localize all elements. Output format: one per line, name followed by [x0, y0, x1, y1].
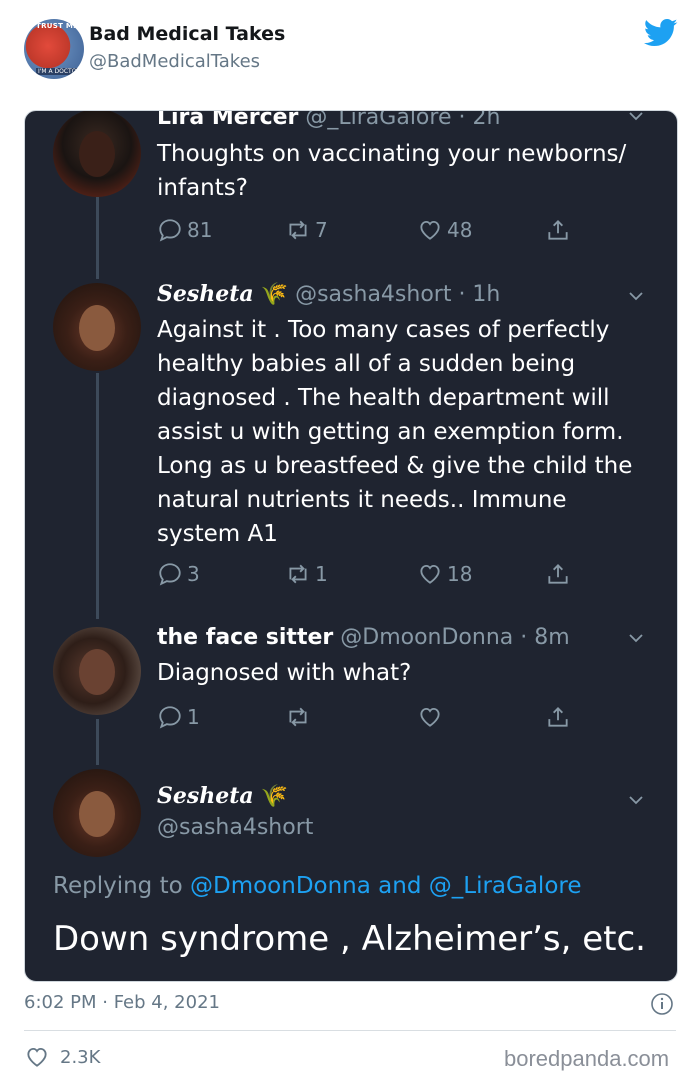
- post-name-row: Lira Mercer @_LiraGalore · 2h: [157, 111, 500, 130]
- thread-line: [96, 197, 99, 279]
- avatar-badge-top: TRUST ME: [36, 22, 79, 30]
- author-avatar[interactable]: TRUST ME I'M A DOCTOR: [24, 19, 84, 79]
- post-handle-time[interactable]: @DmoonDonna · 8m: [340, 625, 569, 650]
- like-count: 48: [447, 218, 473, 242]
- thread-line: [96, 719, 99, 765]
- heart-icon: [27, 1047, 47, 1067]
- mention-link[interactable]: @_LiraGalore: [429, 873, 582, 899]
- post-actions: 81 7 48: [157, 215, 627, 245]
- avatar-badge-bottom: I'M A DOCTOR: [36, 68, 83, 75]
- post-name-row: Sesheta 🌾: [157, 783, 288, 809]
- tweet-header: TRUST ME I'M A DOCTOR Bad Medical Takes …: [0, 0, 700, 100]
- share-button[interactable]: [545, 215, 571, 245]
- heart-icon: [420, 564, 440, 584]
- reply-icon: [159, 706, 181, 729]
- post-text: Against it . Too many cases of perfectly…: [157, 317, 633, 547]
- share-button[interactable]: [545, 559, 571, 589]
- mention-link[interactable]: @DmoonDonna: [190, 873, 371, 899]
- post-name-row: the face sitter @DmoonDonna · 8m: [157, 625, 570, 650]
- user-avatar[interactable]: [53, 111, 141, 197]
- like-count: 2.3K: [60, 1046, 101, 1068]
- like-button[interactable]: [417, 702, 443, 732]
- post-actions: 1: [157, 702, 627, 732]
- author-handle[interactable]: @BadMedicalTakes: [89, 51, 260, 72]
- post-user-name[interactable]: Sesheta: [157, 281, 254, 307]
- main-tweet-text: Down syndrome , Alzheimer’s, etc.: [53, 919, 646, 959]
- reply-count: 1: [187, 705, 200, 729]
- post-user-name[interactable]: Sesheta: [157, 783, 254, 809]
- wheat-emoji: 🌾: [260, 282, 289, 307]
- like-action[interactable]: 2.3K: [24, 1044, 100, 1070]
- chevron-down-icon[interactable]: [629, 793, 643, 807]
- retweet-button[interactable]: [285, 702, 311, 732]
- like-button[interactable]: 48: [417, 215, 472, 245]
- post-handle-time[interactable]: @sasha4short · 1h: [295, 282, 500, 307]
- user-avatar[interactable]: [53, 283, 141, 371]
- reply-count: 3: [187, 562, 200, 586]
- user-avatar[interactable]: [53, 769, 141, 857]
- post-text: Thoughts on vaccinating your newborns/ i…: [157, 141, 627, 201]
- share-icon: [548, 220, 568, 240]
- retweet-count: 7: [315, 218, 328, 242]
- post-name-row: Sesheta 🌾 @sasha4short · 1h: [157, 281, 500, 307]
- post-user-name[interactable]: the face sitter: [157, 625, 333, 650]
- chevron-down-icon[interactable]: [629, 631, 643, 645]
- retweet-icon: [289, 220, 307, 240]
- reply-count: 81: [187, 218, 213, 242]
- info-icon[interactable]: [650, 992, 674, 1016]
- thread-line: [96, 373, 99, 619]
- post-actions: 3 1 18: [157, 559, 627, 589]
- share-button[interactable]: [545, 702, 571, 732]
- chevron-down-icon[interactable]: [629, 289, 643, 303]
- heart-icon: [420, 707, 440, 727]
- retweet-icon: [289, 564, 307, 584]
- retweet-count: 1: [315, 562, 328, 586]
- post-handle[interactable]: @sasha4short: [157, 815, 313, 840]
- reply-icon: [159, 219, 181, 242]
- like-count: 18: [447, 562, 473, 586]
- replying-and: and: [378, 873, 422, 899]
- reply-button[interactable]: 81: [157, 215, 212, 245]
- share-icon: [548, 564, 568, 584]
- replying-to: Replying to @DmoonDonna and @_LiraGalore: [53, 873, 582, 899]
- post-user-name[interactable]: Lira Mercer: [157, 111, 298, 130]
- user-avatar[interactable]: [53, 627, 141, 715]
- heart-icon: [420, 220, 440, 240]
- twitter-bird-icon[interactable]: [644, 18, 678, 48]
- retweet-icon: [289, 707, 307, 727]
- post-text: Diagnosed with what?: [157, 660, 412, 686]
- replying-prefix: Replying to: [53, 873, 183, 899]
- reply-button[interactable]: 3: [157, 559, 200, 589]
- author-name[interactable]: Bad Medical Takes: [89, 23, 285, 45]
- retweet-button[interactable]: 7: [285, 215, 328, 245]
- post-handle-time[interactable]: @_LiraGalore · 2h: [305, 111, 500, 130]
- reply-button[interactable]: 1: [157, 702, 200, 732]
- divider: [24, 1030, 676, 1031]
- wheat-emoji: 🌾: [260, 784, 289, 809]
- embedded-screenshot: Lira Mercer @_LiraGalore · 2h Thoughts o…: [24, 110, 678, 982]
- chevron-down-icon[interactable]: [629, 110, 643, 123]
- share-icon: [548, 707, 568, 727]
- retweet-button[interactable]: 1: [285, 559, 328, 589]
- tweet-timestamp[interactable]: 6:02 PM · Feb 4, 2021: [24, 992, 220, 1013]
- like-button[interactable]: 18: [417, 559, 472, 589]
- watermark: boredpanda.com: [504, 1046, 670, 1071]
- reply-icon: [159, 563, 181, 586]
